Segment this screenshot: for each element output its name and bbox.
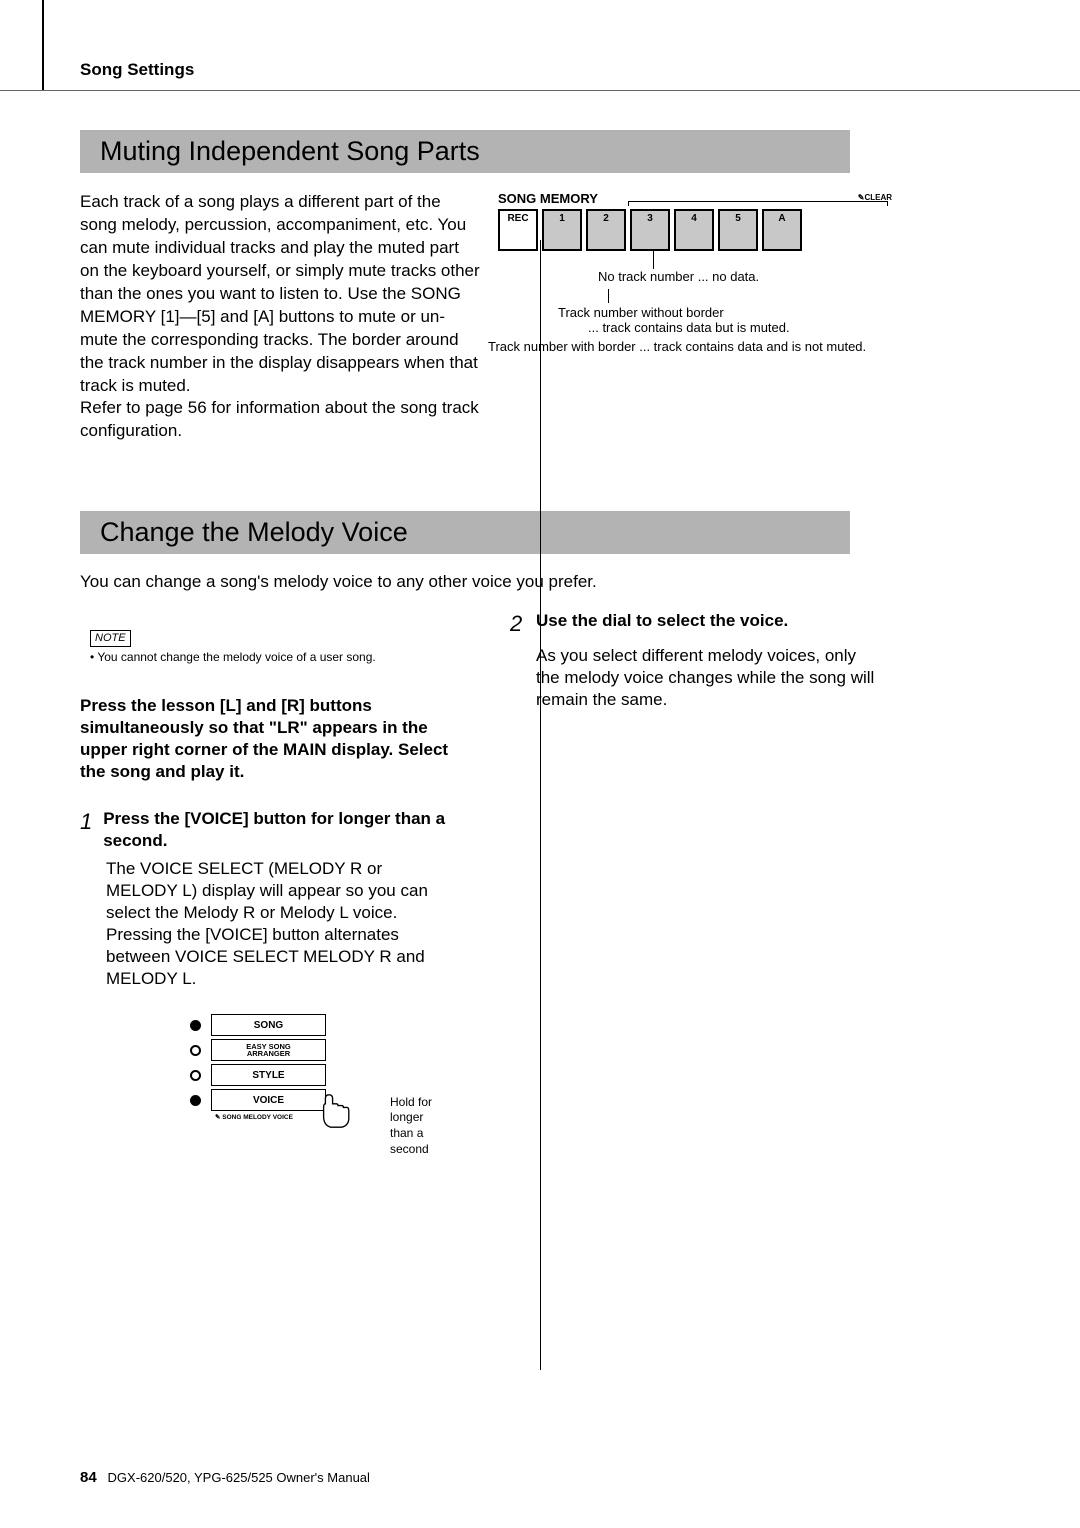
memory-btn-2: 2 [586, 209, 626, 251]
led-off-icon [190, 1045, 201, 1056]
muting-body: Each track of a song plays a different p… [80, 191, 480, 443]
panel-btn-voice: VOICE [211, 1089, 326, 1111]
section-title-muting: Muting Independent Song Parts [80, 130, 850, 173]
song-memory-label: SONG MEMORY [498, 191, 598, 206]
step-2-body: As you select different melody voices, o… [536, 645, 880, 711]
caption-with-border: Track number with border ... track conta… [488, 339, 898, 354]
memory-btn-4: 4 [674, 209, 714, 251]
led-on-icon [190, 1095, 201, 1106]
note-text: • You cannot change the melody voice of … [90, 650, 450, 666]
press-lr-instruction: Press the lesson [L] and [R] buttons sim… [80, 695, 450, 783]
step-2-title: Use the dial to select the voice. [536, 610, 788, 639]
caption-no-border: Track number without border [558, 305, 724, 320]
pointing-hand-icon [320, 1091, 356, 1131]
clear-label: ✎CLEAR [858, 193, 892, 202]
memory-btn-rec: REC [498, 209, 538, 251]
led-off-icon [190, 1070, 201, 1081]
page-number: 84 [80, 1469, 97, 1486]
step-1-number: 1 [80, 808, 95, 852]
note-label: NOTE [90, 630, 131, 646]
song-memory-diagram: SONG MEMORY ✎CLEAR REC 1 2 3 4 5 A No tr… [498, 191, 898, 443]
memory-btn-1: 1 [542, 209, 582, 251]
caption-no-data: No track number ... no data. [598, 269, 759, 284]
note-box: NOTE • You cannot change the melody voic… [90, 630, 450, 665]
section-header: Song Settings [80, 60, 194, 80]
led-on-icon [190, 1020, 201, 1031]
panel-btn-style: STYLE [211, 1064, 326, 1086]
manual-title: DGX-620/520, YPG-625/525 Owner's Manual [108, 1470, 370, 1485]
memory-btn-3: 3 [630, 209, 670, 251]
section-title-melody: Change the Melody Voice [80, 511, 850, 554]
caption-no-border-2: ... track contains data but is muted. [588, 320, 790, 335]
step-1-title: Press the [VOICE] button for longer than… [103, 808, 450, 852]
page-footer: 84 DGX-620/520, YPG-625/525 Owner's Manu… [80, 1469, 370, 1486]
step-1-body: The VOICE SELECT (MELODY R or MELODY L) … [106, 858, 450, 991]
voice-button-diagram: SONG EASY SONG ARRANGER STYLE [190, 1014, 450, 1158]
memory-btn-5: 5 [718, 209, 758, 251]
step-2-number: 2 [510, 610, 528, 639]
panel-btn-easy-song: EASY SONG ARRANGER [211, 1039, 326, 1061]
right-column: 2 Use the dial to select the voice. As y… [510, 610, 880, 1158]
memory-btn-a: A [762, 209, 802, 251]
panel-btn-song: SONG [211, 1014, 326, 1036]
left-column: NOTE • You cannot change the melody voic… [80, 610, 450, 1158]
